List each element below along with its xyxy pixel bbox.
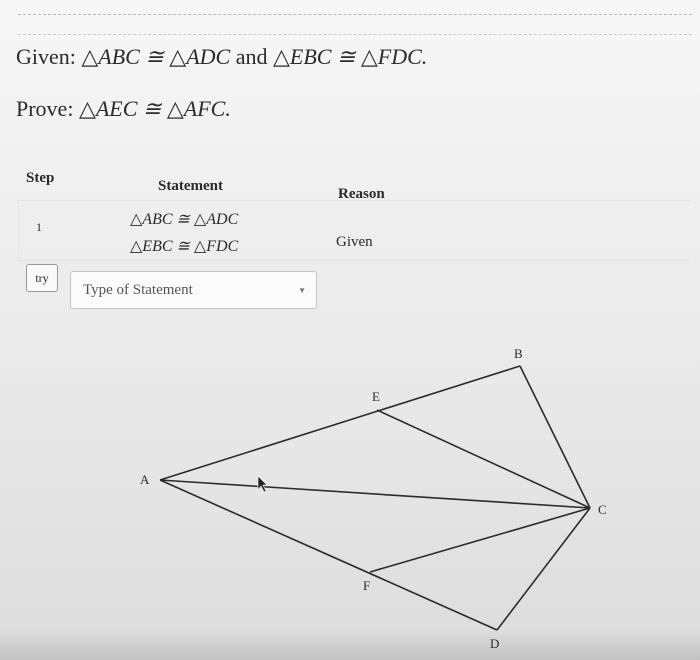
cursor-icon	[257, 475, 268, 493]
segment-AD	[159, 479, 498, 631]
segment-BC	[519, 365, 591, 509]
segment-FC	[369, 507, 591, 573]
point-label-B: B	[514, 346, 523, 361]
segment-AB	[159, 365, 521, 481]
segment-AC	[159, 479, 591, 509]
point-label-C: C	[598, 502, 607, 517]
geometry-diagram: A B C D E F	[140, 346, 607, 651]
taskbar	[0, 630, 700, 660]
point-label-A: A	[140, 472, 150, 487]
segment-EC	[376, 409, 591, 509]
point-label-F: F	[363, 578, 370, 593]
segment-CD	[496, 507, 591, 631]
point-label-E: E	[372, 389, 380, 404]
